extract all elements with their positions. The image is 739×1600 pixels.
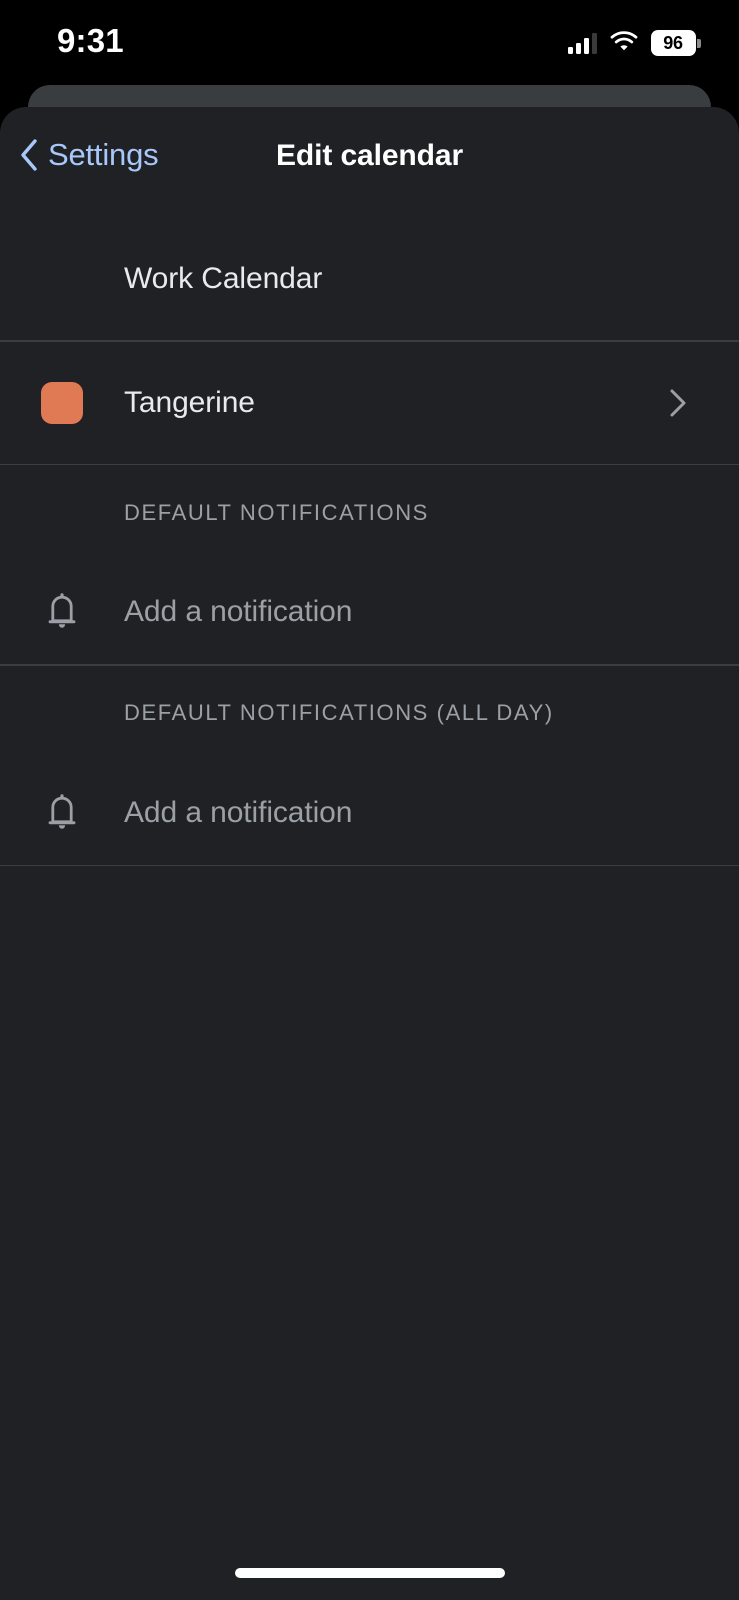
status-bar-time: 9:31 <box>57 22 124 59</box>
status-bar: 9:31 96 <box>0 0 739 85</box>
home-indicator[interactable] <box>234 1568 505 1578</box>
color-swatch-icon <box>41 381 83 424</box>
battery-icon: 96 <box>650 30 701 56</box>
calendar-color-label: Tangerine <box>124 385 255 419</box>
section-header-label: DEFAULT NOTIFICATIONS <box>124 499 429 525</box>
calendar-name-label: Work Calendar <box>124 261 323 295</box>
empty-content-area <box>0 866 739 1506</box>
cellular-signal-icon <box>567 32 597 54</box>
add-notification-row-lead <box>0 591 124 633</box>
calendar-name-row[interactable]: Work Calendar <box>0 217 739 340</box>
status-bar-indicators: 96 <box>567 30 701 56</box>
calendar-color-row[interactable]: Tangerine <box>0 342 739 464</box>
bell-icon <box>42 792 82 834</box>
section-header-default-notifications-all-day: DEFAULT NOTIFICATIONS (ALL DAY) <box>0 666 739 761</box>
navigation-bar: Settings Edit calendar <box>0 107 739 217</box>
page-title: Edit calendar <box>275 139 464 172</box>
add-notification-row-all-day[interactable]: Add a notification <box>0 761 739 865</box>
add-notification-row-all-day-lead <box>0 792 124 834</box>
add-notification-all-day-label: Add a notification <box>124 795 353 829</box>
section-header-default-notifications: DEFAULT NOTIFICATIONS <box>0 465 739 560</box>
phone-screen: 9:31 96 Settings Edit calendar Work Cale… <box>0 0 739 1600</box>
calendar-color-row-lead <box>0 381 124 424</box>
edit-calendar-sheet: Settings Edit calendar Work Calendar Tan… <box>0 107 739 1600</box>
add-notification-row[interactable]: Add a notification <box>0 560 739 664</box>
wifi-icon <box>610 30 638 56</box>
section-header-label: DEFAULT NOTIFICATIONS (ALL DAY) <box>124 700 554 725</box>
chevron-right-icon[interactable] <box>669 388 687 418</box>
battery-percent-label: 96 <box>663 32 683 53</box>
bell-icon <box>42 591 82 633</box>
add-notification-label: Add a notification <box>124 595 353 628</box>
